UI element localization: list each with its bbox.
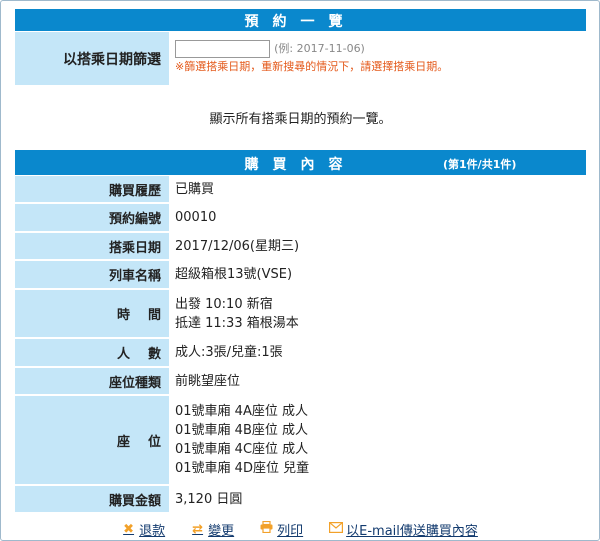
detail-label-cell: 座位種類 — [15, 368, 169, 394]
date-example-hint: (例: 2017-11-06) — [274, 42, 365, 55]
purchase-count: (第1件/共1件) — [443, 158, 517, 171]
detail-label-cell: 搭乘日期 — [15, 233, 169, 259]
printer-icon — [260, 520, 273, 537]
detail-value: 2017/12/06(星期三) — [175, 238, 300, 254]
detail-label-cell: 購買金額 — [15, 486, 169, 512]
email-link[interactable]: 以E-mail傳送購買內容 — [329, 519, 478, 539]
detail-label: 購買履歷 — [108, 183, 161, 199]
date-filter-label: 以搭乘日期篩選 — [63, 51, 161, 68]
detail-label: 列車名稱 — [108, 269, 161, 284]
detail-label: 預約編號 — [108, 212, 161, 227]
reservation-list-header: 預約一覽 — [15, 9, 586, 31]
date-filter-label-cell: 以搭乘日期篩選 — [15, 32, 169, 85]
detail-value-cell: 前眺望座位 — [169, 368, 586, 394]
detail-row-seats: 座位 01號車廂 4A座位 成人 01號車廂 4B座位 成人 01號車廂 4C座… — [15, 396, 586, 485]
detail-value-cell: 超級箱根13號(VSE) — [169, 261, 586, 288]
date-filter-notice: ※篩選搭乘日期，重新搜尋的情況下，請選擇搭乘日期。 — [175, 60, 449, 73]
purchase-details-header: 購買內容 (第1件/共1件) — [15, 150, 586, 175]
envelope-icon — [329, 521, 344, 537]
detail-value: 成人:3張/兒童:1張 — [175, 345, 283, 360]
detail-value: 00010 — [175, 210, 217, 225]
seat-item: 01號車廂 4A座位 成人 — [175, 404, 308, 419]
print-label: 列印 — [277, 523, 304, 539]
change-label: 變更 — [208, 523, 235, 539]
date-filter-input[interactable] — [175, 39, 270, 58]
change-link[interactable]: ⇄ 變更 — [191, 519, 234, 539]
detail-label: 座位種類 — [108, 375, 161, 391]
detail-row-passengers: 人數 成人:3張/兒童:1張 — [15, 339, 586, 367]
detail-row-boarding-date: 搭乘日期 2017/12/06(星期三) — [15, 233, 586, 260]
print-link[interactable]: 列印 — [260, 519, 303, 539]
detail-value: 3,120 日圓 — [175, 491, 243, 507]
detail-row-train-name: 列車名稱 超級箱根13號(VSE) — [15, 261, 586, 289]
action-links: ✖ 退款 ⇄ 變更 列印 以E-mail傳送購買內容 — [0, 519, 600, 539]
seat-item: 01號車廂 4D座位 兒童 — [175, 461, 310, 476]
detail-row-seat-type: 座位種類 前眺望座位 — [15, 368, 586, 395]
refund-link[interactable]: ✖ 退款 — [122, 519, 165, 539]
detail-label-cell: 時間 — [15, 290, 169, 337]
all-reservations-message: 顯示所有搭乘日期的預約一覽。 — [209, 112, 392, 127]
date-filter-value-cell: (例: 2017-11-06) ※篩選搭乘日期，重新搜尋的情況下，請選擇搭乘日期… — [169, 32, 586, 85]
refund-label: 退款 — [139, 523, 166, 539]
close-icon: ✖ — [123, 521, 135, 537]
seat-item: 01號車廂 4B座位 成人 — [175, 423, 308, 438]
detail-value-cell: 01號車廂 4A座位 成人 01號車廂 4B座位 成人 01號車廂 4C座位 成… — [169, 396, 586, 484]
reservation-list-title: 預約一覽 — [244, 14, 357, 30]
detail-row-amount: 購買金額 3,120 日圓 — [15, 486, 586, 513]
date-filter-row: 以搭乘日期篩選 (例: 2017-11-06) ※篩選搭乘日期，重新搜尋的情況下… — [15, 32, 586, 85]
detail-value-departure: 出發 10:10 新宿 — [175, 296, 273, 312]
email-label: 以E-mail傳送購買內容 — [346, 523, 478, 539]
detail-value-cell: 3,120 日圓 — [169, 486, 586, 512]
detail-value-cell: 00010 — [169, 204, 586, 231]
detail-label-cell: 購買履歷 — [15, 176, 169, 202]
detail-value-cell: 已購買 — [169, 176, 586, 202]
seat-item: 01號車廂 4C座位 成人 — [175, 442, 309, 457]
detail-label-cell: 座位 — [15, 396, 169, 484]
detail-value: 已購買 — [175, 181, 215, 197]
detail-value: 超級箱根13號(VSE) — [175, 267, 293, 282]
swap-arrows-icon: ⇄ — [192, 521, 204, 537]
detail-value-cell: 2017/12/06(星期三) — [169, 233, 586, 259]
detail-label-cell: 人數 — [15, 339, 169, 366]
detail-value-cell: 出發 10:10 新宿 抵達 11:33 箱根湯本 — [169, 290, 586, 337]
detail-value-arrival: 抵達 11:33 箱根湯本 — [175, 315, 299, 331]
detail-label-cell: 預約編號 — [15, 204, 169, 231]
detail-label: 搭乘日期 — [108, 240, 161, 256]
detail-value-cell: 成人:3張/兒童:1張 — [169, 339, 586, 366]
detail-label-cell: 列車名稱 — [15, 261, 169, 288]
detail-row-history: 購買履歷 已購買 — [15, 176, 586, 203]
detail-label: 購買金額 — [108, 493, 161, 509]
detail-row-time: 時間 出發 10:10 新宿 抵達 11:33 箱根湯本 — [15, 290, 586, 338]
detail-row-reservation-number: 預約編號 00010 — [15, 204, 586, 232]
detail-value: 前眺望座位 — [175, 373, 241, 389]
